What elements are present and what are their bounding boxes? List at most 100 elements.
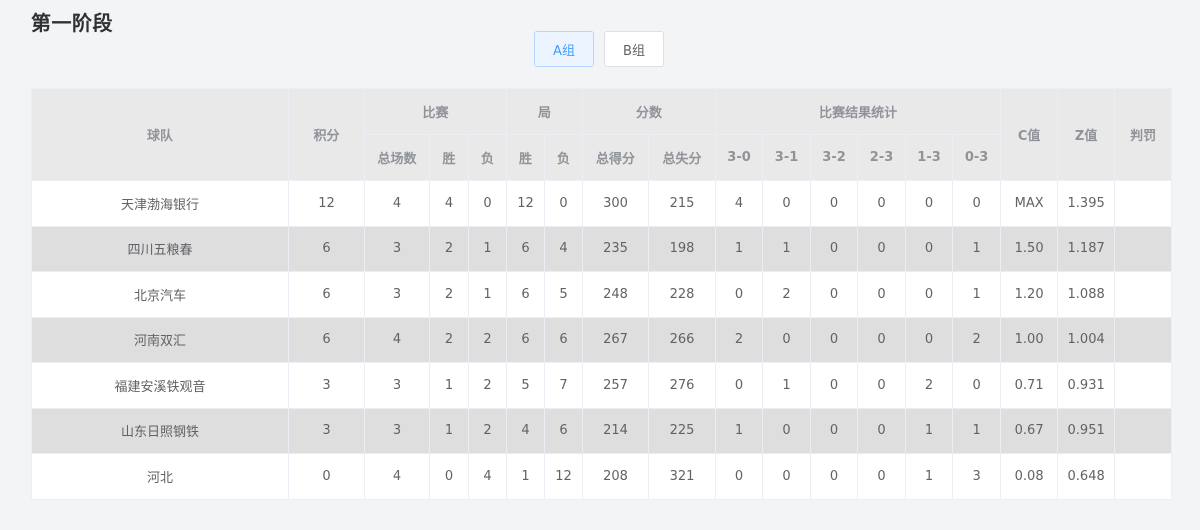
tab-group-b[interactable]: B组 xyxy=(604,31,664,67)
cell-result-3-2: 0 xyxy=(810,407,859,454)
cell-z-value: 1.004 xyxy=(1057,316,1116,363)
cell-points: 6 xyxy=(288,225,365,272)
cell-c-value: 0.08 xyxy=(1000,453,1059,500)
cell-c-value: 1.20 xyxy=(1000,271,1059,318)
cell-total-conceded: 215 xyxy=(648,180,717,227)
cell-result-0-3: 1 xyxy=(952,407,1002,454)
cell-result-0-3: 0 xyxy=(952,362,1002,409)
cell-team: 山东日照钢铁 xyxy=(31,407,289,454)
cell-result-2-3: 0 xyxy=(857,316,907,363)
cell-z-value: 0.648 xyxy=(1057,453,1116,500)
cell-match-win: 2 xyxy=(429,316,469,363)
cell-z-value: 0.951 xyxy=(1057,407,1116,454)
cell-result-3-1: 0 xyxy=(762,407,812,454)
cell-result-3-1: 0 xyxy=(762,453,812,500)
cell-penalty xyxy=(1114,453,1173,500)
cell-penalty xyxy=(1114,180,1173,227)
table-body: 天津渤海银行 12 4 4 0 12 0 300 215 4 0 0 0 0 0 MAX 1.395 四川五粮春 6… xyxy=(31,180,1173,500)
table-row: 天津渤海银行 12 4 4 0 12 0 300 215 4 0 0 0 0 0 MAX 1.395 xyxy=(31,180,1173,227)
cell-result-0-3: 3 xyxy=(952,453,1002,500)
cell-result-2-3: 0 xyxy=(857,271,907,318)
cell-total-conceded: 225 xyxy=(648,407,717,454)
table-row: 四川五粮春 6 3 2 1 6 4 235 198 1 1 0 0 0 1 1.50 1.187 xyxy=(31,225,1173,272)
cell-total-scored: 214 xyxy=(582,407,650,454)
cell-result-3-2: 0 xyxy=(810,362,859,409)
cell-total-conceded: 228 xyxy=(648,271,717,318)
cell-set-win: 12 xyxy=(506,180,546,227)
header-team: 球队 xyxy=(31,88,289,181)
table-row: 北京汽车 6 3 2 1 6 5 248 228 0 2 0 0 0 1 1.20 1.088 xyxy=(31,271,1173,318)
cell-match-loss: 0 xyxy=(467,180,508,227)
cell-total-conceded: 321 xyxy=(648,453,717,500)
cell-team: 河南双汇 xyxy=(31,316,289,363)
cell-z-value: 1.395 xyxy=(1057,180,1116,227)
cell-match-win: 1 xyxy=(429,362,469,409)
cell-points: 0 xyxy=(288,453,365,500)
cell-total-scored: 257 xyxy=(582,362,650,409)
cell-total-scored: 248 xyxy=(582,271,650,318)
cell-result-3-2: 0 xyxy=(810,453,859,500)
cell-result-3-2: 0 xyxy=(810,180,859,227)
table-row: 河北 0 4 0 4 1 12 208 321 0 0 0 0 1 3 0.08 0.648 xyxy=(31,453,1173,500)
cell-penalty xyxy=(1114,316,1173,363)
cell-total-matches: 3 xyxy=(364,271,430,318)
cell-total-matches: 3 xyxy=(364,362,430,409)
cell-match-loss: 2 xyxy=(467,316,508,363)
cell-total-matches: 4 xyxy=(364,180,430,227)
header-set-win: 胜 xyxy=(506,134,546,181)
tab-group-a[interactable]: A组 xyxy=(534,31,594,67)
cell-set-win: 6 xyxy=(506,225,546,272)
header-result-1-3: 1-3 xyxy=(905,134,954,181)
cell-total-conceded: 198 xyxy=(648,225,717,272)
cell-set-loss: 0 xyxy=(544,180,584,227)
cell-total-scored: 235 xyxy=(582,225,650,272)
cell-result-1-3: 0 xyxy=(905,316,954,363)
cell-penalty xyxy=(1114,407,1173,454)
cell-c-value: 1.00 xyxy=(1000,316,1059,363)
cell-set-win: 1 xyxy=(506,453,546,500)
cell-match-win: 0 xyxy=(429,453,469,500)
cell-match-win: 2 xyxy=(429,225,469,272)
cell-penalty xyxy=(1114,271,1173,318)
cell-total-conceded: 276 xyxy=(648,362,717,409)
cell-set-loss: 12 xyxy=(544,453,584,500)
cell-points: 3 xyxy=(288,362,365,409)
cell-penalty xyxy=(1114,225,1173,272)
cell-result-3-2: 0 xyxy=(810,316,859,363)
cell-result-0-3: 1 xyxy=(952,225,1002,272)
cell-result-3-0: 1 xyxy=(715,225,764,272)
header-z-value: Z值 xyxy=(1057,88,1116,181)
cell-result-1-3: 1 xyxy=(905,453,954,500)
cell-result-2-3: 0 xyxy=(857,180,907,227)
cell-set-win: 6 xyxy=(506,316,546,363)
cell-result-1-3: 0 xyxy=(905,271,954,318)
group-tabs: A组 B组 xyxy=(534,31,664,67)
header-points: 积分 xyxy=(288,88,365,181)
cell-z-value: 1.088 xyxy=(1057,271,1116,318)
cell-match-win: 1 xyxy=(429,407,469,454)
cell-team: 四川五粮春 xyxy=(31,225,289,272)
cell-result-3-1: 0 xyxy=(762,180,812,227)
cell-result-1-3: 2 xyxy=(905,362,954,409)
header-c-value: C值 xyxy=(1000,88,1059,181)
header-result-3-0: 3-0 xyxy=(715,134,764,181)
cell-set-loss: 6 xyxy=(544,316,584,363)
cell-total-scored: 267 xyxy=(582,316,650,363)
cell-c-value: 0.71 xyxy=(1000,362,1059,409)
header-result-0-3: 0-3 xyxy=(952,134,1002,181)
header-results: 比赛结果统计 xyxy=(715,88,1002,135)
cell-result-3-1: 1 xyxy=(762,362,812,409)
table-row: 山东日照钢铁 3 3 1 2 4 6 214 225 1 0 0 0 1 1 0.67 0.951 xyxy=(31,407,1173,454)
cell-set-win: 5 xyxy=(506,362,546,409)
cell-points: 6 xyxy=(288,271,365,318)
cell-c-value: 1.50 xyxy=(1000,225,1059,272)
cell-match-loss: 1 xyxy=(467,225,508,272)
cell-match-win: 4 xyxy=(429,180,469,227)
header-scores: 分数 xyxy=(582,88,717,135)
cell-match-loss: 2 xyxy=(467,362,508,409)
cell-team: 北京汽车 xyxy=(31,271,289,318)
cell-result-3-0: 1 xyxy=(715,407,764,454)
header-total-conceded: 总失分 xyxy=(648,134,717,181)
header-penalty: 判罚 xyxy=(1114,88,1173,181)
cell-result-3-1: 0 xyxy=(762,316,812,363)
